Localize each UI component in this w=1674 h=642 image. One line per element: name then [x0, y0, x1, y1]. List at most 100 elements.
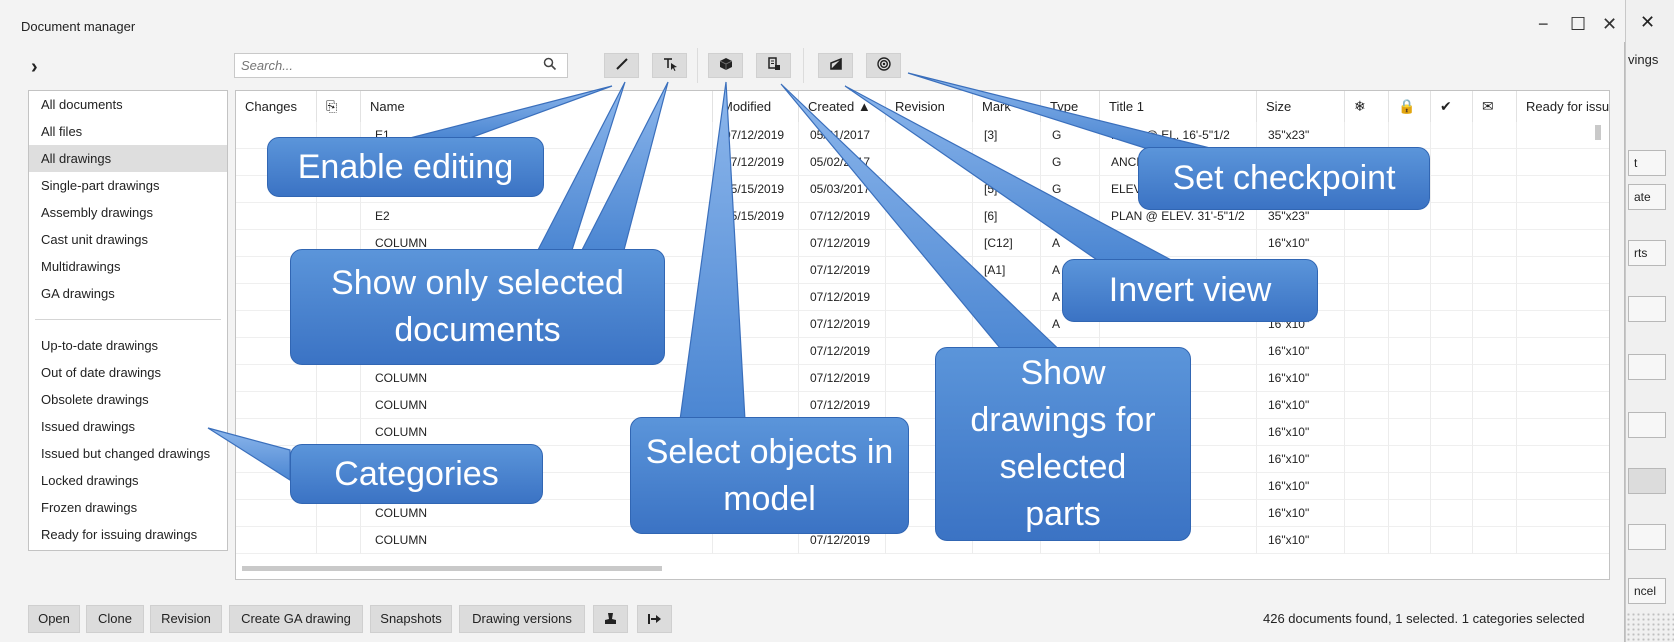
table-cell: [1431, 446, 1473, 473]
category-item[interactable]: Up-to-date drawings: [29, 332, 227, 359]
revision-button[interactable]: Revision: [150, 605, 222, 633]
table-row[interactable]: COLUMN 16"x10": [236, 500, 1609, 527]
create-ga-drawing-button[interactable]: Create GA drawing: [229, 605, 363, 633]
column-header[interactable]: Title 1: [1100, 91, 1257, 122]
minimize-icon[interactable]: −: [1538, 14, 1549, 35]
table-cell: [1389, 473, 1431, 500]
category-item[interactable]: Frozen drawings: [29, 494, 227, 521]
snapshots-button[interactable]: Snapshots: [370, 605, 452, 633]
column-header[interactable]: 🔒: [1389, 91, 1431, 122]
table-cell: [1517, 500, 1609, 527]
table-row[interactable]: COLUMN 07/12/2019 16"x10": [236, 392, 1609, 419]
category-item[interactable]: Cast unit drawings: [29, 226, 227, 253]
category-item[interactable]: All files: [29, 118, 227, 145]
category-item[interactable]: Issued but changed drawings: [29, 440, 227, 467]
background-cancel-button[interactable]: ncel: [1628, 578, 1666, 604]
table-cell: [1389, 338, 1431, 365]
category-item[interactable]: All documents: [29, 91, 227, 118]
table-cell: [317, 500, 361, 527]
select-objects-button[interactable]: [708, 53, 743, 78]
drawing-versions-button[interactable]: Drawing versions: [459, 605, 585, 633]
close-icon[interactable]: ✕: [1602, 14, 1617, 35]
table-cell: [236, 365, 317, 392]
table-cell: [1431, 500, 1473, 527]
stamp-button[interactable]: [593, 605, 628, 633]
category-item[interactable]: Obsolete drawings: [29, 386, 227, 413]
table-cell: [886, 257, 973, 284]
table-cell: [1345, 257, 1389, 284]
column-header[interactable]: ✉: [1473, 91, 1517, 122]
category-item-selected[interactable]: All drawings: [29, 145, 227, 172]
background-button[interactable]: ate: [1628, 184, 1666, 210]
table-cell: [1431, 122, 1473, 149]
table-cell: 16"x10": [1257, 473, 1345, 500]
column-header[interactable]: ⎘: [317, 91, 361, 122]
table-cell: [713, 284, 799, 311]
background-button[interactable]: [1628, 354, 1666, 380]
column-header[interactable]: Type: [1041, 91, 1100, 122]
background-close-icon[interactable]: ✕: [1640, 12, 1655, 33]
table-cell: [1473, 419, 1517, 446]
table-header: Changes ⎘ Name Modified Created ▲ Revision Mar…: [236, 91, 1609, 122]
table-cell: [1389, 257, 1431, 284]
table-cell: [1345, 365, 1389, 392]
column-header[interactable]: Revision: [886, 91, 973, 122]
column-header[interactable]: Changes: [236, 91, 317, 122]
column-header[interactable]: Modified: [713, 91, 799, 122]
background-button[interactable]: [1628, 412, 1666, 438]
category-item[interactable]: Ready for issuing drawings: [29, 521, 227, 548]
category-item[interactable]: Issued drawings: [29, 413, 227, 440]
vertical-scrollbar[interactable]: [1595, 125, 1601, 140]
table-cell: [713, 338, 799, 365]
table-row[interactable]: COLUMN 07/12/2019 16"x10": [236, 527, 1609, 554]
column-header[interactable]: Created ▲: [799, 91, 886, 122]
category-item[interactable]: Multidrawings: [29, 253, 227, 280]
category-item[interactable]: Out of date drawings: [29, 359, 227, 386]
table-row[interactable]: COLUMN 16"x10": [236, 419, 1609, 446]
table-cell: [236, 527, 317, 554]
search-input[interactable]: [235, 54, 525, 77]
horizontal-scrollbar[interactable]: [242, 566, 662, 571]
clone-button[interactable]: Clone: [86, 605, 144, 633]
table-cell: [1517, 203, 1609, 230]
categories-panel: All documents All files All drawings Sin…: [28, 90, 228, 551]
table-cell: [1473, 149, 1517, 176]
table-cell: 16"x10": [1257, 419, 1345, 446]
table-row[interactable]: COLUMN 07/12/2019 16"x10": [236, 365, 1609, 392]
maximize-icon[interactable]: ☐: [1570, 14, 1586, 35]
column-header[interactable]: Name: [361, 91, 713, 122]
show-drawings-button[interactable]: [756, 53, 791, 78]
category-item[interactable]: Locked drawings: [29, 467, 227, 494]
column-header[interactable]: Mark: [973, 91, 1041, 122]
open-button[interactable]: Open: [28, 605, 80, 633]
export-button[interactable]: [637, 605, 672, 633]
category-item[interactable]: GA drawings: [29, 280, 227, 307]
expand-panel-icon[interactable]: ›: [31, 56, 38, 79]
background-button[interactable]: [1628, 296, 1666, 322]
show-only-selected-button[interactable]: [652, 53, 687, 78]
column-header[interactable]: ❄: [1345, 91, 1389, 122]
category-item[interactable]: Single-part drawings: [29, 172, 227, 199]
column-header[interactable]: Size: [1257, 91, 1345, 122]
background-button[interactable]: rts: [1628, 240, 1666, 266]
toolbar-separator: [697, 48, 698, 83]
table-cell: [236, 203, 317, 230]
background-button[interactable]: [1628, 524, 1666, 550]
background-button[interactable]: [1628, 468, 1666, 494]
table-cell: [1345, 500, 1389, 527]
title-bar: Document manager − ☐ ✕: [0, 0, 1625, 42]
table-cell: [1473, 230, 1517, 257]
table-cell: [1517, 365, 1609, 392]
invert-view-button[interactable]: [818, 53, 853, 78]
background-button[interactable]: t: [1628, 150, 1666, 176]
category-item[interactable]: Assembly drawings: [29, 199, 227, 226]
check-icon: ✔: [1440, 98, 1452, 114]
search-box[interactable]: [234, 53, 568, 78]
column-header[interactable]: Ready for issuing: [1517, 91, 1609, 122]
table-cell: [1517, 257, 1609, 284]
table-cell: G: [1041, 149, 1100, 176]
column-header[interactable]: ✔: [1431, 91, 1473, 122]
enable-editing-button[interactable]: [604, 53, 639, 78]
table-cell: [236, 500, 317, 527]
set-checkpoint-button[interactable]: [866, 53, 901, 78]
